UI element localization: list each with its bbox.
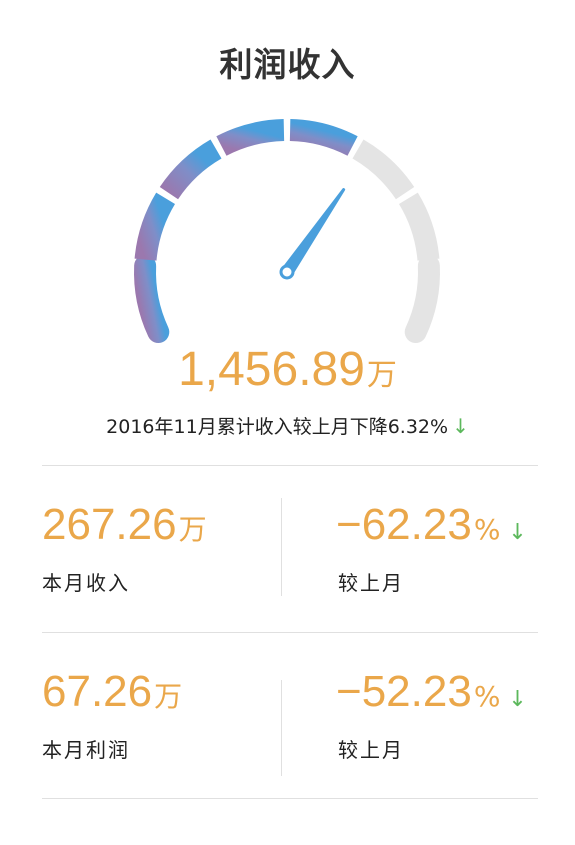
total-revenue-value: 1,456.89 [178,343,365,396]
gauge-segment-filled [216,119,285,156]
total-revenue-unit: 万 [366,358,397,393]
profit-change-percent: % [473,680,501,713]
monthly-profit-number: 67.26 [42,667,153,716]
gauge-needle-pointer [281,188,346,277]
gauge-segment-filled [134,254,170,344]
revenue-change-label: 较上月 [338,571,404,595]
monthly-revenue-label: 本月收入 [42,571,130,595]
down-arrow-icon: ↓ [452,414,469,438]
summary-line: 2016年11月累计收入较上月下降6.32% ↓ [0,412,575,439]
column-divider [281,498,282,596]
gauge-needle [279,188,346,280]
gauge-segment-empty [404,254,440,344]
gauge-segment-empty [352,139,415,200]
summary-text: 2016年11月累计收入较上月下降6.32% [106,416,449,438]
down-arrow-icon: ↓ [508,520,527,545]
gauge-segment-filled [159,139,222,200]
divider [42,632,538,633]
monthly-profit-unit: 万 [154,680,183,713]
revenue-change-percent: % [473,513,501,546]
monthly-revenue-value: 267.26万 [42,500,207,550]
divider [42,798,538,799]
column-divider [281,680,282,776]
profit-change-label: 较上月 [338,738,404,762]
divider [42,465,538,466]
profit-change-value: −52.23% ↓ [336,667,527,717]
gauge-needle-hub [279,264,295,280]
monthly-profit-value: 67.26万 [42,667,182,717]
gauge-chart [134,119,440,344]
revenue-change-number: −62.23 [336,500,472,549]
gauge-segment-filled [134,192,176,261]
gauge-segment-filled [289,119,358,156]
monthly-revenue-number: 267.26 [42,500,177,549]
profit-change-number: −52.23 [336,667,472,716]
gauge-segments [134,119,440,344]
gauge-segment-empty [398,192,440,261]
monthly-revenue-unit: 万 [178,513,207,546]
monthly-profit-label: 本月利润 [42,738,130,762]
total-revenue: 1,456.89万 [0,342,575,397]
down-arrow-icon: ↓ [508,687,527,712]
revenue-change-value: −62.23% ↓ [336,500,527,550]
